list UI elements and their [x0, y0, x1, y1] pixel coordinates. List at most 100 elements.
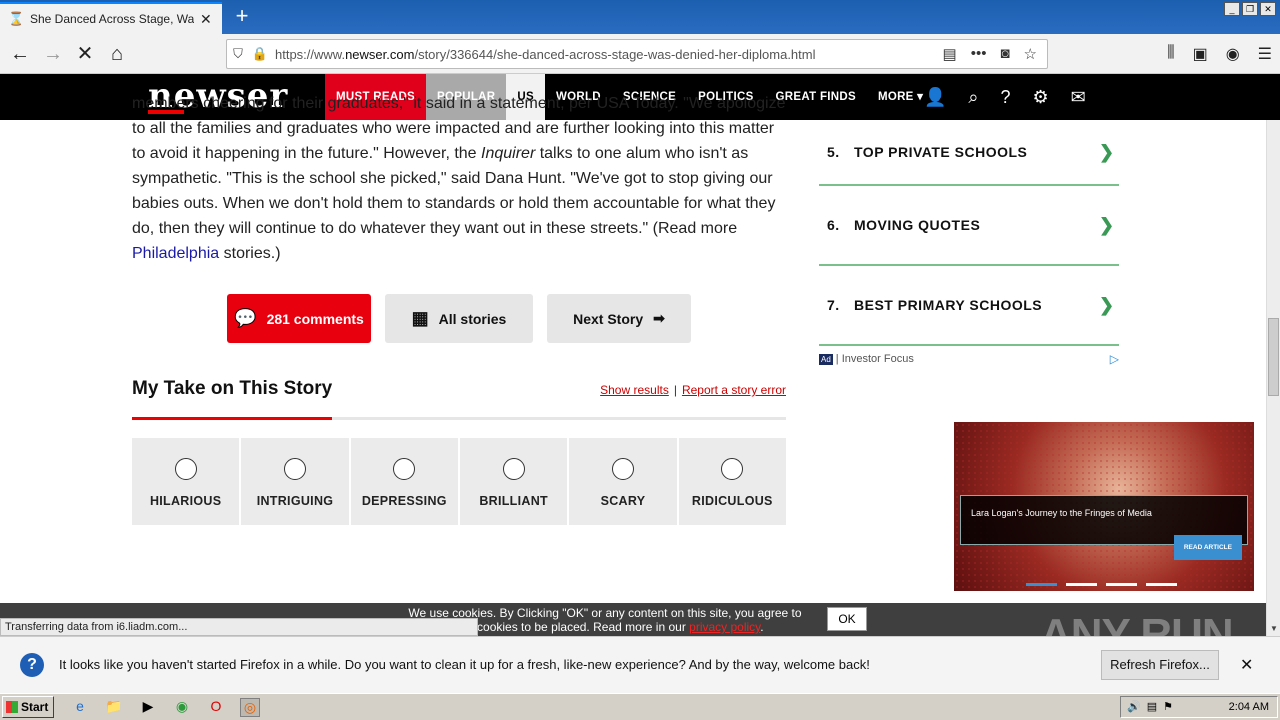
all-stories-button[interactable]: ▦ All stories: [385, 294, 533, 343]
sponsored-list: 5. TOP PRIVATE SCHOOLS ❯ 6. MOVING QUOTES ❯ …: [819, 120, 1119, 346]
carousel-dot[interactable]: [1146, 583, 1177, 586]
bookmark-star-icon[interactable]: ☆: [1024, 45, 1037, 63]
chrome-icon[interactable]: ◉: [172, 698, 192, 717]
windows-taskbar: Start e 📁 ▶ ◉ O ◎ 🔊▤⚑ 2:04 AM: [0, 693, 1280, 720]
reaction-options: HILARIOUS INTRIGUING DEPRESSING BRILLIAN…: [132, 438, 786, 525]
close-window-button[interactable]: ✕: [1260, 2, 1276, 16]
radio-button[interactable]: [283, 458, 306, 480]
user-icon[interactable]: 👤: [924, 87, 946, 108]
windows-logo-icon: [6, 701, 18, 713]
page-scrollbar[interactable]: ▼: [1266, 120, 1280, 636]
comments-button[interactable]: 💬 281 comments: [227, 294, 371, 343]
carousel-dots: [1026, 583, 1177, 586]
vote-ridiculous[interactable]: RIDICULOUS: [678, 438, 786, 525]
minimize-button[interactable]: _: [1224, 2, 1240, 16]
radio-button[interactable]: [393, 458, 416, 480]
back-button[interactable]: ←: [6, 40, 34, 68]
scrollbar-thumb[interactable]: [1268, 318, 1279, 396]
address-bar[interactable]: ⛉ 🔒 https://www.newser.com/story/336644/…: [226, 39, 1048, 69]
privacy-policy-link[interactable]: privacy policy: [689, 620, 760, 634]
philadelphia-link[interactable]: Philadelphia: [132, 245, 219, 262]
notification-message: It looks like you haven't started Firefo…: [59, 657, 870, 672]
account-icon[interactable]: ◉: [1226, 44, 1240, 64]
vote-depressing[interactable]: DEPRESSING: [350, 438, 458, 525]
carousel-dot[interactable]: [1026, 583, 1057, 586]
start-button[interactable]: Start: [2, 696, 54, 718]
arrow-right-icon: ➡: [653, 310, 665, 326]
scroll-down-arrow-icon[interactable]: ▼: [1267, 622, 1280, 636]
read-article-button[interactable]: READ ARTICLE: [1173, 535, 1242, 560]
firefox-icon[interactable]: ◎: [240, 698, 260, 717]
volume-icon[interactable]: 🔊: [1127, 701, 1147, 713]
show-results-link[interactable]: Show results: [600, 383, 669, 397]
section-divider: [132, 417, 786, 420]
flag-icon[interactable]: ⚑: [1163, 701, 1179, 713]
ie-icon[interactable]: e: [70, 698, 90, 717]
comment-icon: 💬: [234, 308, 257, 328]
opera-icon[interactable]: O: [206, 698, 226, 717]
reader-view-icon[interactable]: ▤: [943, 45, 957, 63]
tab-title: She Danced Across Stage, Was Denied Her …: [30, 12, 194, 26]
sidebar-icon[interactable]: ▣: [1193, 44, 1208, 64]
adchoices-icon[interactable]: ▷: [1110, 352, 1119, 366]
home-button[interactable]: ⌂: [103, 40, 131, 68]
article-line: to all the families and graduates who we…: [132, 120, 775, 137]
next-story-button[interactable]: Next Story ➡: [547, 294, 691, 343]
sponsored-item[interactable]: 6. MOVING QUOTES ❯: [819, 186, 1119, 266]
page-actions-icon[interactable]: •••: [971, 45, 987, 63]
article-line: members cheering for their graduates," i…: [132, 95, 786, 112]
network-icon[interactable]: ▤: [1147, 701, 1163, 713]
sponsored-item[interactable]: 7. BEST PRIMARY SCHOOLS ❯: [819, 266, 1119, 346]
sponsored-item[interactable]: 5. TOP PRIVATE SCHOOLS ❯: [819, 120, 1119, 186]
grid-icon: ▦: [411, 308, 429, 328]
refresh-firefox-button[interactable]: Refresh Firefox...: [1101, 650, 1219, 680]
lock-icon[interactable]: 🔒: [249, 46, 271, 62]
status-bar: Transferring data from i6.liadm.com...: [0, 618, 478, 636]
mail-icon[interactable]: ✉: [1071, 87, 1086, 108]
shield-icon[interactable]: ⛉: [227, 46, 249, 62]
vote-intriguing[interactable]: INTRIGUING: [241, 438, 349, 525]
library-icon[interactable]: ⫼: [1167, 44, 1174, 64]
forward-button[interactable]: →: [39, 40, 67, 68]
help-icon[interactable]: ?: [1001, 87, 1011, 108]
folder-icon[interactable]: 📁: [104, 698, 124, 717]
browser-tab[interactable]: ⌛ She Danced Across Stage, Was Denied He…: [0, 2, 222, 34]
new-tab-button[interactable]: +: [230, 4, 254, 28]
radio-button[interactable]: [174, 458, 197, 480]
cookie-ok-button[interactable]: OK: [827, 607, 867, 631]
close-notification-icon[interactable]: ✕: [1240, 655, 1253, 675]
close-tab-icon[interactable]: ✕: [200, 11, 214, 28]
vote-scary[interactable]: SCARY: [569, 438, 677, 525]
hourglass-icon: ⌛: [8, 11, 25, 26]
article-line: sympathetic. "This is the school she pic…: [132, 170, 773, 187]
window-controls: _ ❐ ✕: [1224, 2, 1276, 16]
video-ad[interactable]: Lara Logan's Journey to the Fringes of M…: [954, 422, 1254, 591]
report-error-link[interactable]: Report a story error: [682, 383, 786, 397]
media-player-icon[interactable]: ▶: [138, 698, 158, 717]
story-actions: 💬 281 comments ▦ All stories Next Story ➡: [227, 294, 691, 343]
ad-badge: Ad: [819, 353, 833, 365]
chevron-right-icon: ❯: [1099, 294, 1115, 315]
radio-button[interactable]: [502, 458, 525, 480]
clock[interactable]: 2:04 AM: [1229, 697, 1269, 717]
vote-brilliant[interactable]: BRILLIANT: [459, 438, 568, 525]
restore-button[interactable]: ❐: [1242, 2, 1258, 16]
ad-attribution: Ad | Investor Focus ▷: [819, 352, 1119, 366]
tab-strip: ⌛ She Danced Across Stage, Was Denied He…: [0, 0, 1280, 34]
url-text[interactable]: https://www.newser.com/story/336644/she-…: [271, 47, 943, 62]
carousel-dot[interactable]: [1106, 583, 1137, 586]
radio-button[interactable]: [611, 458, 634, 480]
chevron-right-icon: ❯: [1099, 141, 1115, 162]
firefox-notification: ? It looks like you haven't started Fire…: [0, 636, 1280, 693]
stop-button[interactable]: ✕: [71, 40, 99, 68]
ad-source[interactable]: | Investor Focus: [836, 353, 914, 365]
system-tray: 🔊▤⚑ 2:04 AM: [1120, 696, 1278, 718]
radio-button[interactable]: [721, 458, 744, 480]
vote-hilarious[interactable]: HILARIOUS: [132, 438, 240, 525]
search-icon[interactable]: ⌕: [968, 87, 978, 108]
carousel-dot[interactable]: [1066, 583, 1097, 586]
article-body: members cheering for their graduates," i…: [132, 95, 787, 266]
pocket-icon[interactable]: ◙: [1000, 45, 1009, 63]
gear-icon[interactable]: ⚙: [1033, 87, 1049, 108]
menu-icon[interactable]: ☰: [1258, 44, 1272, 64]
